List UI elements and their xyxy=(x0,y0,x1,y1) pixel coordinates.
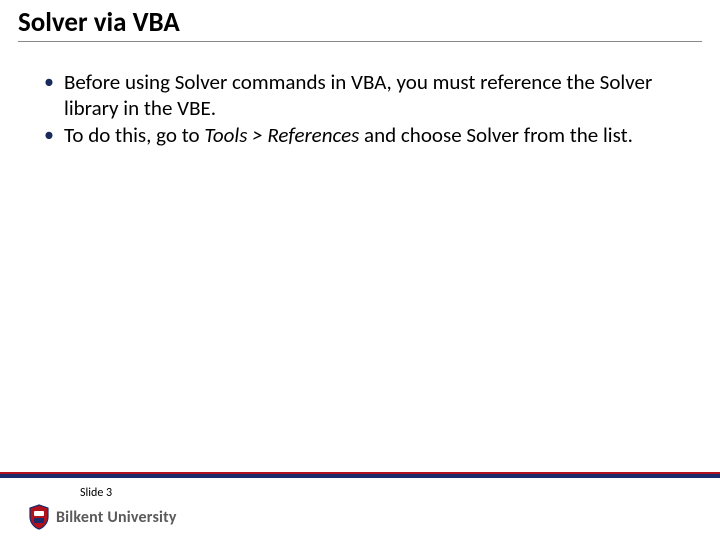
bullet-item: Before using Solver commands in VBA, you… xyxy=(38,70,680,121)
bullet-text: To do this, go to xyxy=(64,122,204,148)
slide-number: Slide 3 xyxy=(18,484,702,500)
university-name: Bilkent University xyxy=(56,508,177,527)
slide: Solver via VBA Before using Solver comma… xyxy=(0,0,720,540)
bullet-list: Before using Solver commands in VBA, you… xyxy=(38,70,680,149)
bullet-text: Before using Solver commands in VBA, you… xyxy=(64,69,652,121)
bullet-item: To do this, go to Tools > References and… xyxy=(38,123,680,149)
university-logo-row: Bilkent University xyxy=(28,504,702,530)
shield-icon xyxy=(28,504,50,530)
bullet-text-italic: Tools > References xyxy=(204,122,359,148)
body-area: Before using Solver commands in VBA, you… xyxy=(0,46,720,472)
title-area: Solver via VBA xyxy=(0,0,720,46)
title-divider xyxy=(18,41,702,42)
bullet-text-post: and choose Solver from the list. xyxy=(359,122,633,148)
slide-title: Solver via VBA xyxy=(18,6,702,39)
footer-area: Slide 3 Bilkent University xyxy=(0,478,720,540)
